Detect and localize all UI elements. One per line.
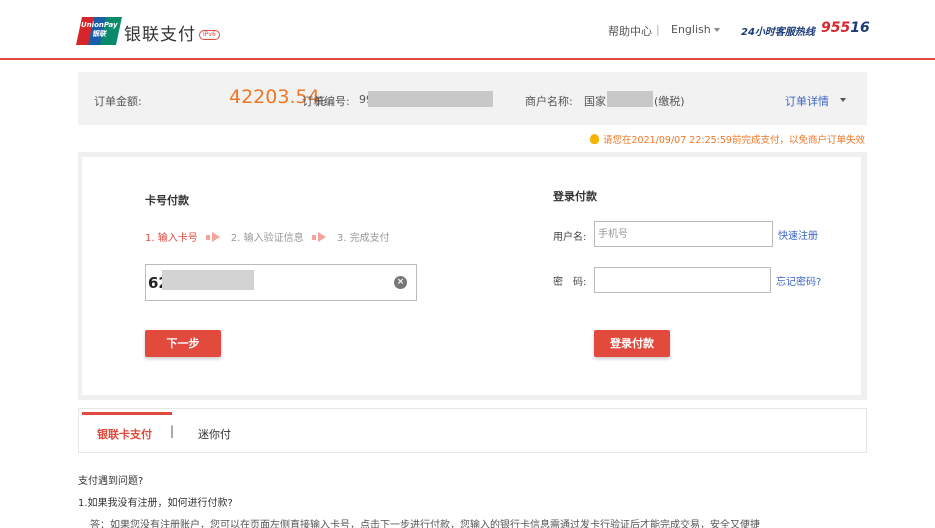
next-step-button[interactable]: 下一步: [145, 330, 221, 357]
login-pay-button[interactable]: 登录付款: [594, 330, 670, 357]
chevron-down-icon[interactable]: [714, 28, 720, 32]
step-2: 2. 输入验证信息: [230, 233, 304, 244]
active-tab-indicator: [82, 412, 172, 415]
password-label: 密 码:: [553, 277, 587, 288]
tab-unionpay-card[interactable]: 银联卡支付: [97, 426, 152, 442]
redacted-order-number: [368, 91, 493, 107]
merchant-label: 商户名称:: [525, 95, 573, 108]
clear-icon[interactable]: ×: [394, 276, 407, 289]
forgot-password-link[interactable]: 忘记密码?: [776, 273, 821, 288]
deadline-notice: 请您在2021/09/07 22:25:59前完成支付，以免商户订单失效: [590, 132, 865, 146]
step-3: 3. 完成支付: [336, 233, 390, 244]
arrow-right-icon: [211, 232, 220, 242]
tab-mini-pay[interactable]: 迷你付: [198, 426, 231, 442]
top-header: UnionPay 银联 银联支付 IPv6 帮助中心 | English 24小时…: [0, 0, 935, 60]
card-pay-steps: 1. 输入卡号 2. 输入验证信息 3. 完成支付: [145, 229, 396, 244]
redacted-merchant-name: [607, 91, 653, 107]
ipv6-badge: IPv6: [199, 30, 220, 40]
brand-name: 银联支付: [124, 25, 196, 45]
faq-answer-1: 答：如果您没有注册账户，您可以在页面左侧直接输入卡号，点击下一步进行付款，您输入…: [90, 520, 760, 528]
login-pay-title: 登录付款: [553, 190, 597, 203]
chevron-down-icon[interactable]: [840, 98, 846, 102]
faq-title: 支付遇到问题?: [78, 476, 144, 487]
username-label: 用户名:: [553, 232, 587, 243]
merchant-name-suffix: (缴税): [654, 95, 685, 108]
order-summary-bar: 订单金额: 42203.54 元 订单编号: 99 商户名称: 国家 (缴税) …: [78, 72, 867, 125]
step-1: 1. 输入卡号: [145, 233, 198, 244]
order-detail-link[interactable]: 订单详情: [785, 93, 829, 109]
unionpay-logo[interactable]: UnionPay 银联: [76, 17, 122, 45]
quick-register-link[interactable]: 快速注册: [778, 227, 818, 242]
merchant-name-prefix: 国家: [584, 95, 606, 108]
hotline-label: 24小时客服热线: [741, 27, 815, 38]
tab-separator: |: [170, 424, 175, 438]
redacted-card-number: [162, 270, 254, 290]
header-separator: |: [656, 23, 660, 36]
hotline-number: 95516: [821, 20, 870, 36]
language-selector[interactable]: English: [671, 23, 711, 36]
arrow-right-icon: [317, 232, 326, 242]
faq-question-1: 1.如果我没有注册，如何进行付款?: [78, 498, 233, 509]
payment-tabs: [78, 408, 867, 453]
password-input[interactable]: [594, 267, 771, 293]
lightbulb-icon: [590, 134, 599, 144]
card-pay-title: 卡号付款: [145, 194, 189, 207]
help-center-link[interactable]: 帮助中心: [608, 23, 652, 39]
amount-label: 订单金额:: [94, 95, 142, 108]
order-number-label: 订单编号:: [302, 95, 350, 108]
username-input[interactable]: [594, 221, 773, 247]
